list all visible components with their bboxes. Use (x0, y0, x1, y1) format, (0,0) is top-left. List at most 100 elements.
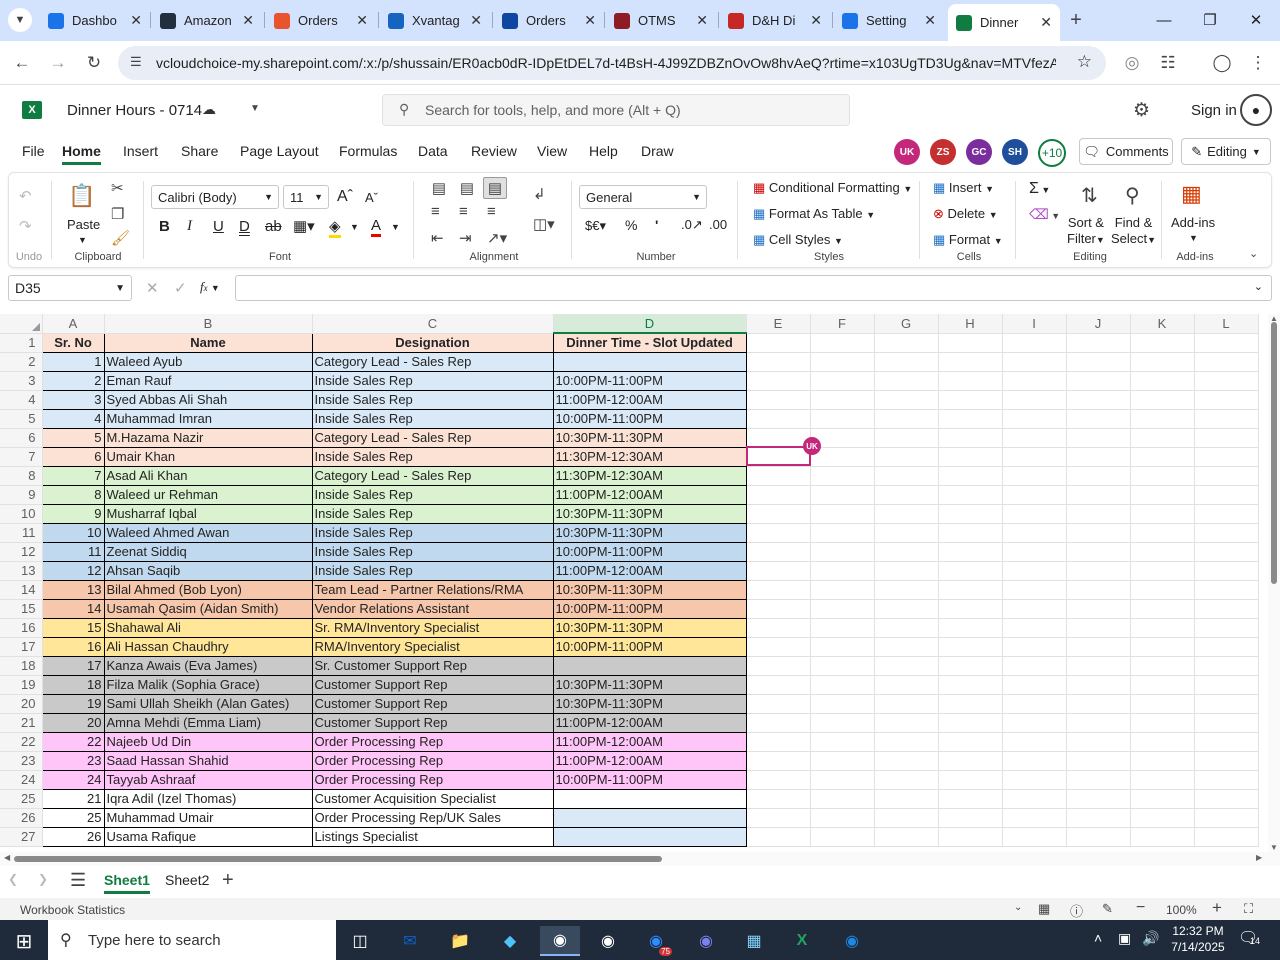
empty-cell[interactable] (810, 789, 875, 809)
dinner-time-cell[interactable]: 11:00PM-12:00AM (552, 750, 747, 771)
empty-cell[interactable] (810, 409, 875, 429)
empty-cell[interactable] (1002, 542, 1067, 562)
empty-cell[interactable] (1066, 542, 1131, 562)
empty-cell[interactable] (810, 732, 875, 752)
row-header[interactable]: 21 (0, 713, 43, 733)
empty-cell[interactable] (874, 485, 939, 505)
name-cell[interactable]: M.Hazama Nazir (103, 427, 313, 448)
empty-cell[interactable] (1130, 770, 1195, 790)
file-explorer-icon[interactable]: 📁 (440, 926, 480, 956)
empty-cell[interactable] (810, 713, 875, 733)
empty-cell[interactable] (938, 504, 1003, 524)
empty-cell[interactable] (938, 333, 1003, 353)
empty-cell[interactable] (874, 333, 939, 353)
sr-no-cell[interactable]: 1 (41, 351, 105, 372)
collaborator-avatar[interactable]: ZS (930, 139, 956, 165)
name-cell[interactable]: Muhammad Imran (103, 408, 313, 429)
fullscreen-icon[interactable]: ⛶ (1244, 901, 1253, 917)
empty-cell[interactable] (1194, 390, 1259, 410)
collaborator-avatar[interactable]: GC (966, 139, 992, 165)
sr-no-cell[interactable]: 26 (41, 826, 105, 847)
column-header[interactable]: I (1002, 314, 1067, 334)
designation-cell[interactable]: Inside Sales Rep (311, 541, 554, 562)
designation-cell[interactable]: Order Processing Rep (311, 750, 554, 771)
show-hidden-icons[interactable]: ˄ (1094, 930, 1102, 946)
clear-icon[interactable]: ⌫ ▼ (1029, 206, 1060, 223)
empty-cell[interactable] (874, 713, 939, 733)
browser-tab[interactable]: Orders ✕ (266, 6, 376, 35)
empty-cell[interactable] (746, 466, 811, 486)
empty-cell[interactable] (810, 523, 875, 543)
empty-cell[interactable] (746, 485, 811, 505)
designation-cell[interactable]: Listings Specialist (311, 826, 554, 847)
empty-cell[interactable] (874, 561, 939, 581)
paste-button[interactable]: Paste (67, 217, 100, 232)
designation-cell[interactable]: Category Lead - Sales Rep (311, 427, 554, 448)
empty-cell[interactable] (1194, 694, 1259, 714)
name-cell[interactable]: Asad Ali Khan (103, 465, 313, 486)
empty-cell[interactable] (746, 580, 811, 600)
dinner-time-cell[interactable]: 10:00PM-11:00PM (552, 769, 747, 790)
autosum-icon[interactable]: Σ ▼ (1029, 180, 1050, 198)
empty-cell[interactable] (1194, 599, 1259, 619)
dinner-time-cell[interactable]: 11:00PM-12:00AM (552, 389, 747, 410)
empty-cell[interactable] (1002, 333, 1067, 353)
empty-cell[interactable] (810, 542, 875, 562)
forward-icon[interactable]: → (44, 49, 72, 77)
sr-no-cell[interactable]: 20 (41, 712, 105, 733)
empty-cell[interactable] (938, 352, 1003, 372)
collaborator-avatar[interactable]: SH (1002, 139, 1028, 165)
ribbon-tab-home[interactable]: Home (62, 143, 101, 165)
account-avatar-icon[interactable]: ● (1240, 94, 1272, 126)
close-tab-icon[interactable]: ✕ (130, 12, 142, 29)
insert-function-icon[interactable]: fx ▼ (200, 279, 220, 295)
row-header[interactable]: 9 (0, 485, 43, 505)
empty-cell[interactable] (746, 694, 811, 714)
header-cell[interactable]: Sr. No (41, 332, 105, 353)
empty-cell[interactable] (874, 352, 939, 372)
merge-center-icon[interactable]: ◫▾ (533, 215, 555, 233)
empty-cell[interactable] (1002, 352, 1067, 372)
designation-cell[interactable]: Inside Sales Rep (311, 389, 554, 410)
empty-cell[interactable] (1002, 770, 1067, 790)
row-header[interactable]: 13 (0, 561, 43, 581)
feedback-icon[interactable]: ✎ (1102, 901, 1113, 917)
sr-no-cell[interactable]: 6 (41, 446, 105, 467)
designation-cell[interactable]: Order Processing Rep (311, 769, 554, 790)
sign-in-link[interactable]: Sign in (1191, 102, 1237, 119)
formula-input[interactable]: ⌄ (235, 275, 1272, 301)
empty-cell[interactable] (810, 751, 875, 771)
font-color-icon[interactable]: A (371, 217, 382, 237)
align-center-icon[interactable]: ≡ (459, 203, 468, 220)
empty-cell[interactable] (874, 523, 939, 543)
currency-icon[interactable]: $€▾ (585, 218, 606, 234)
bold-icon[interactable]: B (159, 218, 170, 235)
empty-cell[interactable] (746, 656, 811, 676)
sr-no-cell[interactable]: 10 (41, 522, 105, 543)
dinner-time-cell[interactable]: 11:00PM-12:00AM (552, 560, 747, 581)
empty-cell[interactable] (746, 428, 811, 448)
bookmark-star-icon[interactable]: ☆ (1077, 52, 1092, 72)
empty-cell[interactable] (874, 827, 939, 847)
outlook-icon[interactable]: ✉ (390, 926, 430, 956)
name-cell[interactable]: Muhammad Umair (103, 807, 313, 828)
name-cell[interactable]: Syed Abbas Ali Shah (103, 389, 313, 410)
empty-cell[interactable] (1194, 523, 1259, 543)
zoom-out-icon[interactable]: − (1136, 899, 1145, 917)
editing-mode-button[interactable]: ✎ Editing ▼ (1181, 138, 1271, 165)
empty-cell[interactable] (1002, 523, 1067, 543)
browser-tab[interactable]: Dashbo ✕ (40, 6, 150, 35)
browser-tab[interactable]: Xvantag ✕ (380, 6, 490, 35)
empty-cell[interactable] (1194, 808, 1259, 828)
empty-cell[interactable] (1002, 428, 1067, 448)
designation-cell[interactable]: Customer Support Rep (311, 712, 554, 733)
strikethrough-icon[interactable]: ab (265, 218, 282, 235)
empty-cell[interactable] (874, 618, 939, 638)
empty-cell[interactable] (1066, 656, 1131, 676)
excel-logo-icon[interactable]: X (22, 101, 42, 119)
empty-cell[interactable] (1130, 732, 1195, 752)
confirm-entry-icon[interactable]: ✓ (174, 279, 187, 297)
sort-filter-button[interactable]: Sort & Filter▼ (1067, 215, 1105, 248)
excel-taskbar-icon[interactable]: X (782, 926, 822, 956)
empty-cell[interactable] (1130, 466, 1195, 486)
